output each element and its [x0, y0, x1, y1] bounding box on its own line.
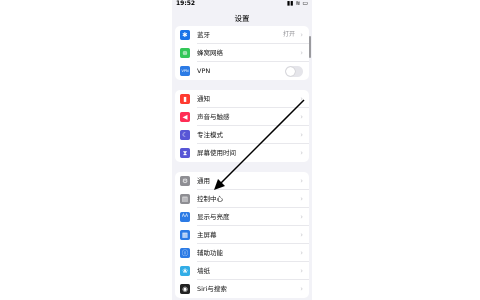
status-bar: 19:52 ▮▮ ≋ ▭	[172, 0, 312, 9]
row-label: VPN	[197, 67, 211, 75]
scrollbar[interactable]	[309, 36, 311, 58]
row-home-screen[interactable]: ▦ 主屏幕 ›	[175, 226, 309, 244]
row-label: 蓝牙	[197, 31, 210, 39]
chevron-right-icon: ›	[300, 285, 303, 293]
row-screen-time[interactable]: ⧗ 屏幕使用时间 ›	[175, 144, 309, 162]
toggle-knob	[286, 67, 295, 76]
row-wallpaper[interactable]: ❀ 墙纸 ›	[175, 262, 309, 280]
chevron-right-icon: ›	[300, 213, 303, 221]
row-label: 屏幕使用时间	[197, 149, 236, 157]
chevron-right-icon: ›	[300, 131, 303, 139]
chevron-right-icon: ›	[300, 49, 303, 57]
row-display[interactable]: AA 显示与亮度 ›	[175, 208, 309, 226]
row-label: 通用	[197, 177, 210, 185]
row-accessibility[interactable]: ⓘ 辅助功能 ›	[175, 244, 309, 262]
row-notifications[interactable]: ▮ 通知 ›	[175, 90, 309, 108]
row-control-center[interactable]: ▤ 控制中心 ›	[175, 190, 309, 208]
settings-screen: 19:52 ▮▮ ≋ ▭ 设置 ✱ 蓝牙 打开 › ⊛ 蜂窝网络 › VPN V…	[172, 0, 312, 300]
chevron-right-icon: ›	[300, 113, 303, 121]
row-label: 蜂窝网络	[197, 49, 223, 57]
row-label: 声音与触感	[197, 113, 230, 121]
row-label: 通知	[197, 95, 210, 103]
row-label: 墙纸	[197, 267, 210, 275]
moon-icon: ☾	[180, 130, 190, 140]
status-icons: ▮▮ ≋ ▭	[286, 0, 308, 7]
chevron-right-icon: ›	[300, 231, 303, 239]
siri-icon: ◉	[180, 284, 190, 294]
page-title: 设置	[234, 14, 250, 23]
row-bluetooth[interactable]: ✱ 蓝牙 打开 ›	[175, 26, 309, 44]
vpn-toggle[interactable]	[285, 66, 303, 77]
row-value: 打开	[282, 31, 295, 38]
row-cellular[interactable]: ⊛ 蜂窝网络 ›	[175, 44, 309, 62]
row-label: 主屏幕	[197, 231, 217, 239]
row-sounds[interactable]: ◀ 声音与触感 ›	[175, 108, 309, 126]
cellular-icon: ⊛	[180, 48, 190, 58]
hourglass-icon: ⧗	[180, 148, 190, 158]
row-label: 辅助功能	[197, 249, 223, 257]
control-center-icon: ▤	[180, 194, 190, 204]
gear-icon: ⚙	[180, 176, 190, 186]
row-label: 专注模式	[197, 131, 223, 139]
chevron-right-icon: ›	[300, 267, 303, 275]
row-general[interactable]: ⚙ 通用 ›	[175, 172, 309, 190]
wallpaper-icon: ❀	[180, 266, 190, 276]
chevron-right-icon: ›	[300, 195, 303, 203]
display-icon: AA	[180, 212, 190, 222]
vpn-icon: VPN	[180, 66, 190, 76]
bluetooth-icon: ✱	[180, 30, 190, 40]
bell-icon: ▮	[180, 94, 190, 104]
chevron-right-icon: ›	[300, 149, 303, 157]
accessibility-icon: ⓘ	[180, 248, 190, 258]
settings-group-general: ⚙ 通用 › ▤ 控制中心 › AA 显示与亮度 › ▦ 主屏幕 › ⓘ 辅助功…	[175, 172, 309, 298]
chevron-right-icon: ›	[300, 31, 303, 39]
chevron-right-icon: ›	[300, 249, 303, 257]
home-screen-icon: ▦	[180, 230, 190, 240]
row-label: 控制中心	[197, 195, 223, 203]
settings-group-notifications: ▮ 通知 › ◀ 声音与触感 › ☾ 专注模式 › ⧗ 屏幕使用时间 ›	[175, 90, 309, 162]
speaker-icon: ◀	[180, 112, 190, 122]
chevron-right-icon: ›	[300, 177, 303, 185]
row-label: Siri与搜索	[197, 285, 227, 293]
row-vpn: VPN VPN	[175, 62, 309, 80]
status-time: 19:52	[176, 0, 196, 7]
settings-group-connectivity: ✱ 蓝牙 打开 › ⊛ 蜂窝网络 › VPN VPN	[175, 26, 309, 80]
row-label: 显示与亮度	[197, 213, 230, 221]
row-focus[interactable]: ☾ 专注模式 ›	[175, 126, 309, 144]
chevron-right-icon: ›	[300, 95, 303, 103]
row-siri[interactable]: ◉ Siri与搜索 ›	[175, 280, 309, 298]
